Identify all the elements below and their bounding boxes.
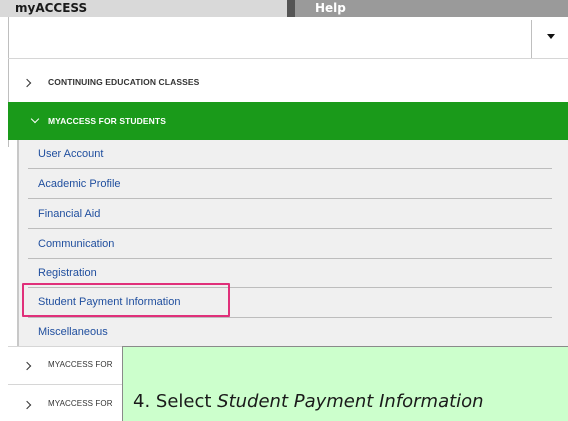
menu-item-label: CONTINUING EDUCATION CLASSES: [48, 77, 200, 87]
menu-item-myaccess-for-2[interactable]: MYACCESS FOR: [8, 385, 122, 421]
tab-myaccess[interactable]: myACCESS: [0, 0, 287, 17]
divider: [28, 317, 552, 318]
submenu-item-financial-aid[interactable]: Financial Aid: [38, 208, 100, 220]
instruction-callout: 4. Select Student Payment Information: [122, 346, 568, 421]
dropdown-caret-icon[interactable]: [547, 34, 555, 39]
chevron-right-icon: [22, 400, 32, 410]
divider: [8, 58, 568, 59]
top-tab-bar: myACCESS Help: [0, 0, 568, 17]
chevron-down-icon: [30, 114, 40, 124]
instruction-text: 4. Select Student Payment Information: [133, 391, 484, 412]
divider: [28, 198, 552, 199]
divider: [28, 258, 552, 259]
instruction-prefix: 4. Select: [133, 391, 218, 412]
tab-divider: [287, 0, 295, 17]
submenu-item-communication[interactable]: Communication: [38, 238, 114, 250]
chevron-right-icon: [22, 361, 32, 371]
submenu-item-academic-profile[interactable]: Academic Profile: [38, 178, 121, 190]
menu-item-continuing-education[interactable]: CONTINUING EDUCATION CLASSES: [8, 64, 568, 102]
submenu-border: [17, 140, 19, 346]
menu-item-label: MYACCESS FOR: [48, 399, 113, 408]
chevron-right-icon: [22, 78, 32, 88]
menu-item-label: MYACCESS FOR STUDENTS: [48, 116, 166, 126]
menu-item-myaccess-for-1[interactable]: MYACCESS FOR: [8, 347, 122, 384]
divider: [28, 168, 552, 169]
tab-help[interactable]: Help: [295, 0, 568, 17]
submenu-item-user-account[interactable]: User Account: [38, 148, 103, 160]
submenu-item-miscellaneous[interactable]: Miscellaneous: [38, 326, 108, 338]
highlight-annotation-box: [22, 283, 230, 317]
divider: [28, 228, 552, 229]
dropdown-separator: [531, 20, 532, 58]
submenu-item-registration[interactable]: Registration: [38, 267, 97, 279]
menu-item-myaccess-students[interactable]: MYACCESS FOR STUDENTS: [8, 102, 568, 140]
menu-item-label: MYACCESS FOR: [48, 360, 113, 369]
instruction-emphasis: Student Payment Information: [217, 391, 484, 412]
